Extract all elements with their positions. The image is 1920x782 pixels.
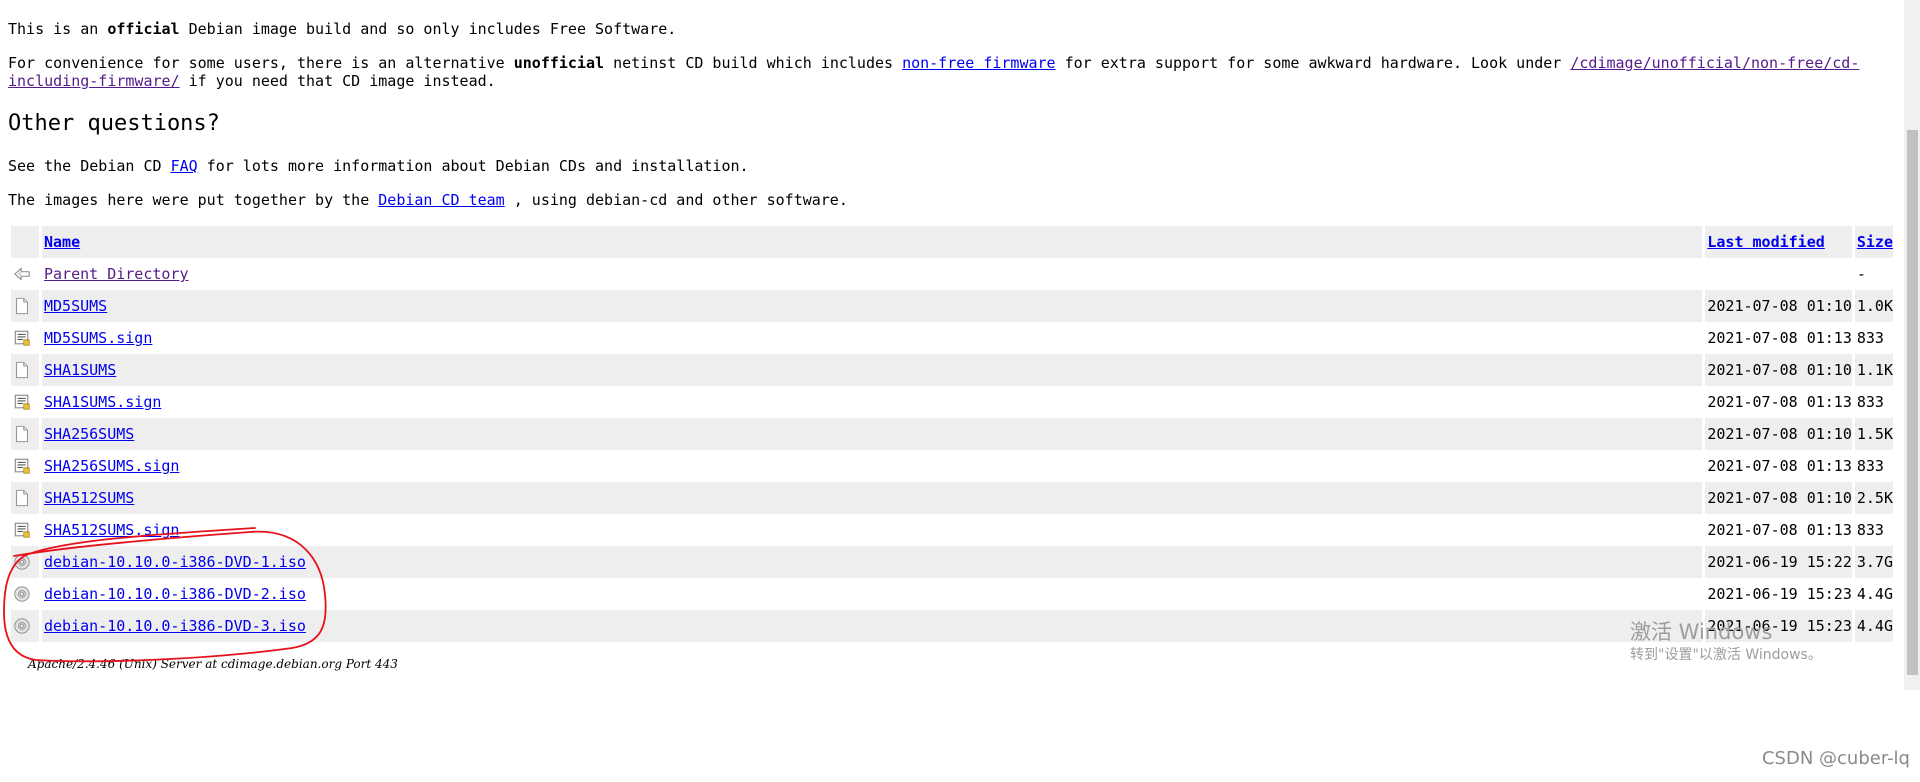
file-row: SHA1SUMS.sign 2021-07-08 01:13 833 [11,386,1893,418]
scrollbar-thumb[interactable] [1907,130,1918,675]
file-modified: 2021-07-08 01:13 [1707,393,1852,411]
faq-link[interactable]: FAQ [171,157,198,175]
file-modified: 2021-07-08 01:13 [1707,521,1852,539]
header-size-cell: Size [1855,226,1893,258]
red-circle-annotation [3,527,327,663]
official-bold: official [107,20,180,38]
file-modified: 2021-07-08 01:10 [1707,297,1852,315]
file-size: 4.4G [1856,585,1893,603]
text-file-icon [11,354,39,386]
sort-by-size-link[interactable]: Size [1857,233,1893,251]
file-size: 3.7G [1856,553,1893,571]
file-row: SHA256SUMS 2021-07-08 01:10 1.5K [11,418,1893,450]
debian-cd-team-link[interactable]: Debian CD team [378,191,504,209]
cd-team-paragraph: The images here were put together by the… [8,191,848,209]
non-free-firmware-link[interactable]: non-free firmware [902,54,1056,72]
file-link[interactable]: SHA256SUMS [44,425,134,443]
file-modified: 2021-07-08 01:10 [1707,489,1852,507]
text-file-icon [11,290,39,322]
file-row: MD5SUMS.sign 2021-07-08 01:13 833 [11,322,1893,354]
file-size: 833 [1856,329,1884,347]
file-row: SHA1SUMS 2021-07-08 01:10 1.1K [11,354,1893,386]
unofficial-build-notice: For convenience for some users, there is… [8,54,1860,90]
file-link[interactable]: MD5SUMS [44,297,107,315]
header-modified-cell: Last modified [1705,226,1852,258]
file-link[interactable]: SHA512SUMS [44,489,134,507]
file-modified: 2021-06-19 15:22 [1707,553,1852,571]
file-modified: 2021-07-08 01:10 [1707,425,1852,443]
file-modified: 2021-07-08 01:13 [1707,457,1852,475]
file-row: SHA512SUMS 2021-07-08 01:10 2.5K [11,482,1893,514]
file-size: 833 [1856,393,1884,411]
file-link[interactable]: SHA256SUMS.sign [44,457,179,475]
signature-file-icon [11,386,39,418]
file-row: MD5SUMS 2021-07-08 01:10 1.0K [11,290,1893,322]
header-icon-cell [11,226,39,258]
official-build-notice: This is an official Debian image build a… [8,20,677,38]
watermark-title: 激活 Windows [1630,620,1773,644]
file-size: 833 [1856,521,1884,539]
file-modified: 2021-06-19 15:23 [1707,585,1852,603]
sort-by-modified-link[interactable]: Last modified [1707,233,1824,251]
parent-size: - [1856,265,1866,283]
file-size: 2.5K [1856,489,1893,507]
other-questions-heading: Other questions? [8,111,220,136]
signature-file-icon [11,322,39,354]
file-link[interactable]: MD5SUMS.sign [44,329,152,347]
file-link[interactable]: SHA1SUMS.sign [44,393,161,411]
signature-file-icon [11,450,39,482]
back-arrow-icon [11,258,39,290]
file-size: 4.4G [1856,617,1893,635]
file-size: 1.1K [1856,361,1893,379]
header-name-cell: Name [42,226,1702,258]
file-link[interactable]: SHA1SUMS [44,361,116,379]
activate-windows-watermark: 激活 Windows 转到"设置"以激活 Windows。 [1630,619,1822,665]
file-modified: 2021-07-08 01:10 [1707,361,1852,379]
listing-header-row: Name Last modified Size [11,226,1893,258]
sort-by-name-link[interactable]: Name [44,233,80,251]
parent-directory-row: Parent Directory - [11,258,1893,290]
unofficial-bold: unofficial [513,54,605,72]
text-file-icon [11,418,39,450]
file-row: SHA256SUMS.sign 2021-07-08 01:13 833 [11,450,1893,482]
file-size: 833 [1856,457,1884,475]
watermark-subtitle: 转到"设置"以激活 Windows。 [1630,647,1822,663]
file-size: 1.5K [1856,425,1893,443]
file-modified: 2021-07-08 01:13 [1707,329,1852,347]
file-size: 1.0K [1856,297,1893,315]
parent-directory-link[interactable]: Parent Directory [44,265,189,283]
text-file-icon [11,482,39,514]
vertical-scrollbar[interactable] [1904,0,1920,690]
faq-paragraph: See the Debian CD FAQ for lots more info… [8,157,749,175]
csdn-watermark: CSDN @cuber-lq [1761,748,1910,769]
